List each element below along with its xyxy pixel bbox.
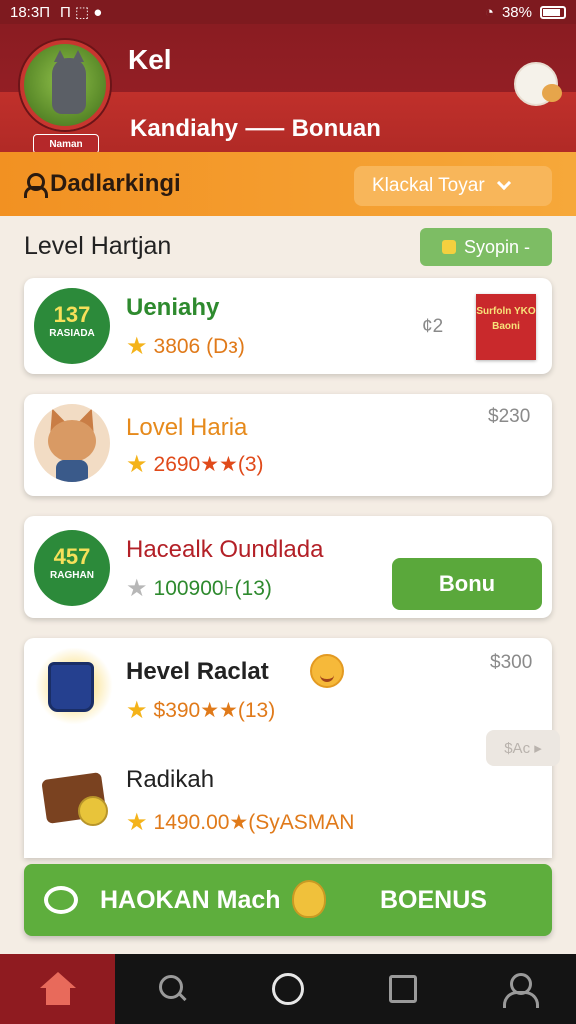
nav-home[interactable] xyxy=(0,954,116,1024)
nav-profile[interactable] xyxy=(461,954,576,1024)
level-badge: 457 RAGHAN xyxy=(34,530,110,606)
list-item[interactable]: Lovel Haria ★ 2690★★(3) $230 xyxy=(24,394,552,496)
food-tray-icon xyxy=(34,756,114,832)
search-icon xyxy=(158,975,187,1003)
profile-button[interactable] xyxy=(514,62,562,106)
sync-button[interactable]: Syopin - xyxy=(420,228,552,266)
square-icon xyxy=(389,975,418,1003)
star-icon: ★ xyxy=(126,451,148,478)
sync-button-label: Syopin - xyxy=(463,236,531,257)
nav-recents[interactable] xyxy=(346,954,461,1024)
bonus-bar-left-label: HAOKAN Mach xyxy=(100,886,281,914)
card-title: Ueniahy xyxy=(126,294,220,321)
chat-icon xyxy=(44,886,78,914)
bonus-bar-right-label: BOENUS xyxy=(380,886,487,914)
card-rating: 100900⊦(13) xyxy=(153,577,272,600)
star-icon: ★ xyxy=(126,809,148,836)
mascot-icon xyxy=(292,880,326,918)
home-icon xyxy=(39,972,76,1006)
battery-icon xyxy=(540,5,566,19)
smile-icon xyxy=(310,654,344,688)
status-bar: 18:3П П ⬚ ● ◔ 38% xyxy=(0,0,576,24)
circle-icon xyxy=(272,973,304,1005)
bottom-navbar xyxy=(0,954,576,1024)
nav-search[interactable] xyxy=(115,954,230,1024)
star-icon: ★ xyxy=(126,697,148,724)
list-item[interactable]: Hevel Raclat ★ $390★★(13) $300 $Ac ▸ Rad… xyxy=(24,638,560,858)
cat-avatar-icon xyxy=(52,50,86,114)
card-corner-value: $230 xyxy=(488,406,531,427)
list-item[interactable]: 137 RASIADA Ueniahy ★ 3806 (Dз) ¢2 Surfo… xyxy=(24,278,552,374)
user-icon xyxy=(24,173,48,198)
header-subtitle: Kandiahy ⸺ Bonuan xyxy=(130,115,381,142)
filter-dropdown-value: Klackal Toyar xyxy=(372,175,485,196)
card-rating: $390★★(13) xyxy=(153,699,276,722)
filter-dropdown[interactable]: Klackal Toyar xyxy=(354,166,552,206)
avatar-badge: Naman xyxy=(33,134,99,154)
status-time: 18:3П xyxy=(10,3,50,21)
level-badge: 137 RASIADA xyxy=(34,288,110,364)
section-title: Level Hartjan xyxy=(24,232,172,260)
battery-text: 38% xyxy=(501,3,532,21)
header: Naman Kel Kandiahy ⸺ Bonuan xyxy=(0,24,576,154)
avatar[interactable] xyxy=(20,40,110,130)
card-corner-value: $300 xyxy=(490,652,533,673)
card-subtitle: Radikah xyxy=(126,766,215,793)
user-name: Kel xyxy=(128,44,172,75)
sync-icon xyxy=(441,240,456,254)
card-title: Lovel Haria xyxy=(126,414,248,441)
fox-avatar-icon xyxy=(34,404,110,482)
card-corner-value: ¢2 xyxy=(422,316,444,337)
filter-bar: Dadlarkingi Klackal Toyar xyxy=(0,152,576,216)
card-rating-2: 1490.00★(SyASMAN xyxy=(153,811,355,834)
person-icon xyxy=(503,973,540,1008)
product-icon xyxy=(34,648,114,724)
card-rating: 3806 (Dз) xyxy=(153,334,245,358)
chevron-down-icon xyxy=(496,175,511,191)
promo-tag: Surfoln YKO Baoni xyxy=(476,294,536,360)
bonus-bar-button[interactable]: HAOKAN Mach BOENUS xyxy=(24,864,552,936)
card-title: Hevel Raclat xyxy=(126,658,269,685)
star-icon: ★ xyxy=(126,575,148,602)
wifi-icon: ◔ xyxy=(484,3,494,21)
list-item[interactable]: 457 RAGHAN Hacealk Oundlada ★ 100900⊦(13… xyxy=(24,516,552,618)
nav-home-button[interactable] xyxy=(230,954,345,1024)
star-icon: ★ xyxy=(126,333,148,360)
filter-bar-title: Dadlarkingi xyxy=(50,170,181,197)
more-pill-button[interactable]: $Ac ▸ xyxy=(486,730,560,766)
card-title: Hacealk Oundlada xyxy=(126,536,324,563)
status-notification-icons: П ⬚ ● xyxy=(59,4,103,21)
bonus-button[interactable]: Bonu xyxy=(392,558,542,610)
card-rating: 2690★★(3) xyxy=(153,453,264,476)
